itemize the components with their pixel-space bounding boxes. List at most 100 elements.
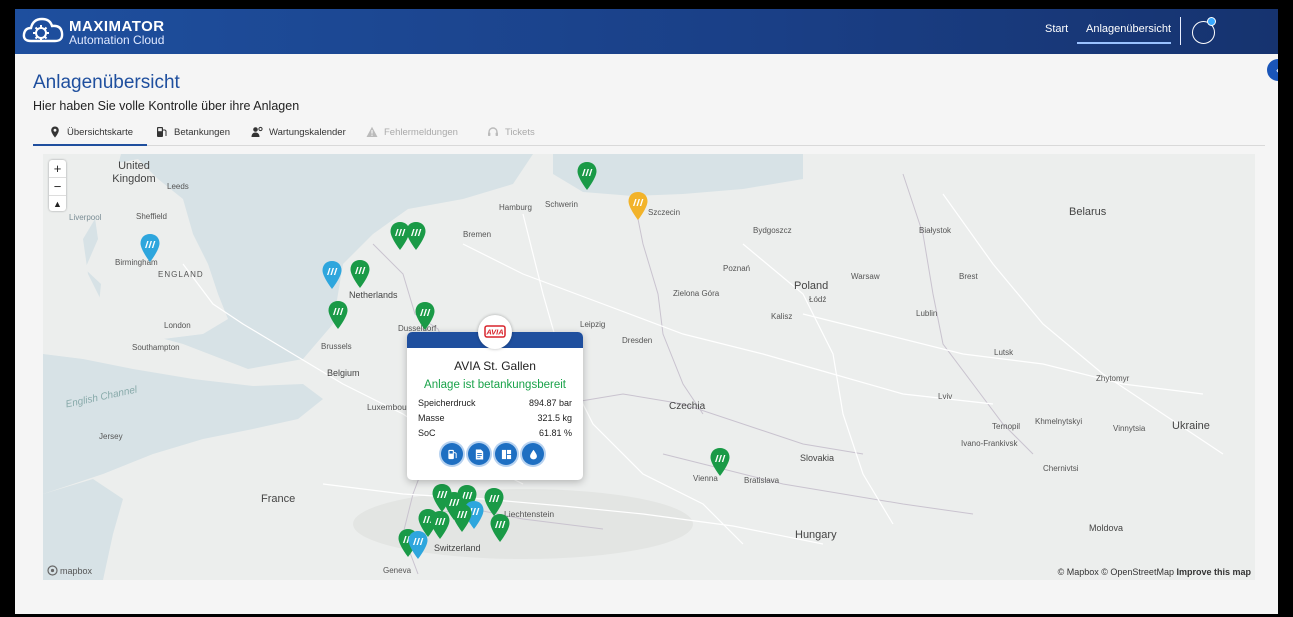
user-gear-icon bbox=[251, 126, 263, 137]
top-navbar: MAXIMATOR Automation Cloud Start Anlagen… bbox=[15, 9, 1278, 54]
map-pin-icon bbox=[710, 448, 730, 476]
station-marker-ready[interactable] bbox=[451, 503, 473, 533]
popup-drop-button[interactable] bbox=[522, 443, 544, 465]
popup-actions bbox=[441, 443, 544, 465]
map-pin-icon bbox=[51, 126, 59, 138]
popup-row-soc: SoC 61.81 % bbox=[418, 428, 572, 438]
map-label-liverpool: Liverpool bbox=[69, 213, 102, 222]
page-title: Anlagenübersicht bbox=[33, 72, 180, 93]
map-pin-icon bbox=[577, 162, 597, 190]
sidebar-toggle-button[interactable]: ‹ bbox=[1267, 59, 1278, 81]
map-label-leeds: Leeds bbox=[167, 182, 189, 191]
reset-bearing-button[interactable]: ▲ bbox=[49, 196, 66, 213]
popup-value: 61.81 % bbox=[538, 428, 572, 438]
avia-logo-icon: AVIA bbox=[484, 325, 506, 338]
zoom-in-button[interactable]: + bbox=[49, 160, 66, 178]
attribution-osm[interactable]: © OpenStreetMap bbox=[1101, 567, 1174, 577]
map-label-lublin: Lublin bbox=[916, 309, 938, 318]
attribution-mapbox[interactable]: © Mapbox bbox=[1058, 567, 1099, 577]
station-marker-ready[interactable] bbox=[489, 513, 511, 543]
popup-fuel-button[interactable] bbox=[441, 443, 463, 465]
map-pin-icon bbox=[430, 511, 450, 539]
map-label-szczecin: Szczecin bbox=[648, 208, 681, 217]
map-label-ternopil: Ternopil bbox=[992, 422, 1021, 431]
map-label-moldova: Moldova bbox=[1089, 523, 1124, 533]
popup-value: 321.5 kg bbox=[537, 413, 572, 423]
popup-value: 894.87 bar bbox=[528, 398, 572, 408]
tab-label: Betankungen bbox=[174, 126, 230, 138]
tab-label: Übersichtskarte bbox=[67, 126, 133, 138]
map-label-leipzig: Leipzig bbox=[580, 320, 606, 329]
map-pin-icon bbox=[408, 531, 428, 559]
map-pin-icon bbox=[328, 301, 348, 329]
station-marker-info[interactable] bbox=[321, 260, 343, 290]
map-pin-icon bbox=[452, 504, 472, 532]
warning-icon bbox=[366, 126, 378, 137]
station-marker-ready[interactable] bbox=[405, 221, 427, 251]
map-label-khmelnytskyi: Khmelnytskyi bbox=[1035, 417, 1083, 426]
map-label-lviv: Lviv bbox=[938, 392, 953, 401]
zoom-out-button[interactable]: − bbox=[49, 178, 66, 196]
nav-anlagenuebersicht[interactable]: Anlagenübersicht bbox=[1086, 23, 1171, 35]
station-marker-ready[interactable] bbox=[414, 301, 436, 331]
station-marker-ready[interactable] bbox=[576, 161, 598, 191]
station-marker-info[interactable] bbox=[139, 233, 161, 263]
map-label-liechtenstein: Liechtenstein bbox=[504, 509, 555, 519]
map-pin-icon bbox=[628, 192, 648, 220]
station-popup: AVIA AVIA St. Gallen Anlage ist betankun… bbox=[407, 315, 583, 480]
avia-logo-text: AVIA bbox=[485, 328, 503, 337]
map-label-jersey: Jersey bbox=[99, 432, 123, 441]
maximator-cloud-logo-icon[interactable] bbox=[21, 13, 67, 49]
map-label-warsaw: Warsaw bbox=[851, 272, 880, 281]
map-label-bialystok: Białystok bbox=[919, 226, 952, 235]
map-label-switzerland: Switzerland bbox=[434, 543, 481, 553]
map-label-hamburg: Hamburg bbox=[499, 203, 532, 212]
popup-key: Speicherdruck bbox=[418, 398, 476, 408]
map-label-england: ENGLAND bbox=[158, 270, 204, 279]
map-label-poznan: Poznań bbox=[723, 264, 751, 273]
map-label-vinnytsia: Vinnytsia bbox=[1113, 424, 1146, 433]
tab-bar: Übersichtskarte Betankungen Wartungskale… bbox=[33, 119, 1265, 146]
nav-start[interactable]: Start bbox=[1045, 23, 1068, 35]
mapbox-wordmark: mapbox bbox=[60, 565, 93, 576]
nav-divider bbox=[1180, 17, 1181, 45]
dashboard-icon bbox=[501, 449, 511, 459]
improve-map-link[interactable]: Improve this map bbox=[1176, 567, 1251, 577]
station-marker-ready[interactable] bbox=[429, 510, 451, 540]
map-label-southampton: Southampton bbox=[132, 343, 180, 352]
fuel-pump-icon bbox=[447, 449, 457, 459]
map-attribution: © Mapbox © OpenStreetMap Improve this ma… bbox=[1058, 567, 1251, 577]
popup-status: Anlage ist betankungsbereit bbox=[424, 379, 566, 391]
map-label-belarus: Belarus bbox=[1069, 206, 1107, 218]
map-label-ukraine: Ukraine bbox=[1172, 420, 1210, 432]
document-icon bbox=[475, 448, 483, 460]
popup-title: AVIA St. Gallen bbox=[454, 359, 536, 373]
station-marker-ready[interactable] bbox=[327, 300, 349, 330]
popup-dashboard-button[interactable] bbox=[495, 443, 517, 465]
station-marker-info[interactable] bbox=[407, 530, 429, 560]
popup-document-button[interactable] bbox=[468, 443, 490, 465]
map-label-lodz: Łódź bbox=[809, 295, 827, 304]
tab-fehlermeldungen[interactable]: Fehlermeldungen bbox=[366, 119, 458, 145]
map-label-zhytomyr: Zhytomyr bbox=[1096, 374, 1130, 383]
tab-tickets[interactable]: Tickets bbox=[487, 119, 535, 145]
drop-icon bbox=[529, 449, 537, 459]
station-marker-warning[interactable] bbox=[627, 191, 649, 221]
tab-betankungen[interactable]: Betankungen bbox=[156, 119, 230, 145]
map-label-uk: United Kingdom bbox=[112, 160, 156, 185]
map-label-dresden: Dresden bbox=[622, 336, 653, 345]
mapbox-logo[interactable]: mapbox bbox=[47, 565, 92, 576]
popup-row-masse: Masse 321.5 kg bbox=[418, 413, 572, 423]
overview-map[interactable]: + − ▲ United Kingdom Belarus Poland Neth… bbox=[43, 154, 1255, 580]
map-label-france: France bbox=[261, 493, 296, 505]
map-pin-icon bbox=[350, 260, 370, 288]
station-marker-ready[interactable] bbox=[349, 259, 371, 289]
station-marker-ready[interactable] bbox=[709, 447, 731, 477]
map-label-hungary: Hungary bbox=[795, 529, 837, 541]
map-label-london: London bbox=[164, 321, 191, 330]
tab-uebersichtskarte[interactable]: Übersichtskarte bbox=[33, 119, 147, 146]
app-window: MAXIMATOR Automation Cloud Start Anlagen… bbox=[15, 9, 1278, 614]
tab-wartungskalender[interactable]: Wartungskalender bbox=[251, 119, 346, 145]
notification-dot bbox=[1207, 17, 1216, 26]
tab-label: Wartungskalender bbox=[269, 126, 346, 138]
